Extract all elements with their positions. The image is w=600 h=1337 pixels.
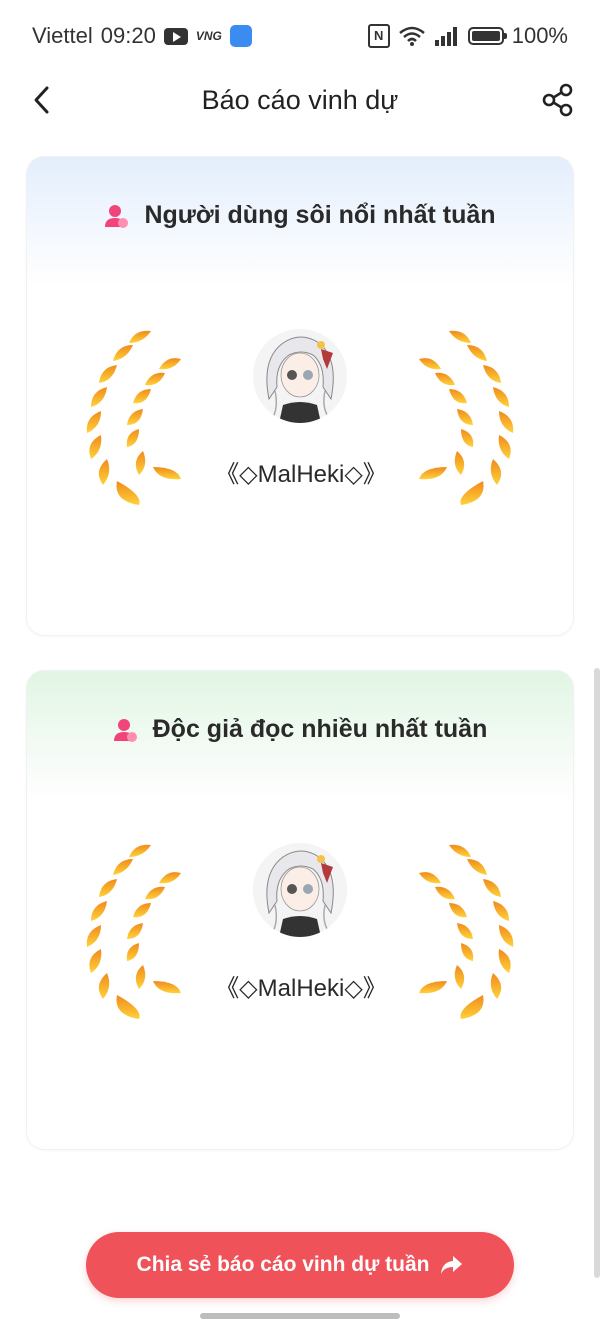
carrier-label: Viettel [32, 23, 93, 48]
back-button[interactable] [24, 82, 60, 118]
username: 《◇MalHeki◇》 [215, 461, 387, 488]
vng-icon: VNG [195, 29, 222, 43]
clock: 09:20 [100, 23, 156, 48]
user-icon [105, 204, 129, 228]
page-title: Báo cáo vinh dự [201, 84, 399, 115]
status-bar: Viettel 09:20 VNG N 100% [0, 0, 600, 72]
signal-icon [434, 27, 457, 46]
card-title: Người dùng sôi nổi nhất tuần [144, 201, 496, 229]
laurel-right-icon [419, 844, 514, 1019]
share-icon [542, 83, 573, 117]
card-title: Độc giả đọc nhiều nhất tuần [152, 715, 488, 743]
forward-arrow-icon [441, 1256, 463, 1274]
laurel-right-icon [419, 330, 514, 505]
laurel-left-icon [86, 330, 181, 505]
status-bar-right: N 100% [367, 23, 568, 49]
share-button[interactable] [538, 82, 578, 118]
chevron-left-icon [34, 86, 49, 114]
share-report-label: Chia sẻ báo cáo vinh dự tuần [136, 1253, 430, 1276]
status-bar-left: Viettel 09:20 VNG [32, 23, 252, 49]
app-header: Báo cáo vinh dự [0, 72, 600, 128]
app-store-icon [229, 25, 252, 47]
username: 《◇MalHeki◇》 [215, 975, 387, 1002]
wifi-icon [398, 26, 425, 46]
user-icon [113, 718, 137, 742]
share-report-button[interactable]: Chia sẻ báo cáo vinh dự tuần [86, 1232, 514, 1298]
honor-card-top-reader: Độc giả đọc nhiều nhất tuần 《◇MalHeki◇》 [26, 670, 574, 1150]
avatar[interactable] [253, 843, 347, 937]
scrollbar[interactable] [594, 668, 600, 1278]
home-indicator[interactable] [200, 1313, 400, 1319]
card-title-row: Người dùng sôi nổi nhất tuần [27, 201, 573, 230]
youtube-icon [163, 27, 188, 45]
honor-card-most-active: Người dùng sôi nổi nhất tuần 《◇MalHeki◇》 [26, 156, 574, 636]
laurel-left-icon [86, 844, 181, 1019]
battery-icon [467, 27, 507, 45]
avatar-image [253, 329, 347, 423]
avatar-image [253, 843, 347, 937]
nfc-icon: N [367, 24, 390, 48]
card-title-row: Độc giả đọc nhiều nhất tuần [27, 715, 573, 744]
avatar[interactable] [253, 329, 347, 423]
battery-percent: 100% [511, 23, 568, 48]
